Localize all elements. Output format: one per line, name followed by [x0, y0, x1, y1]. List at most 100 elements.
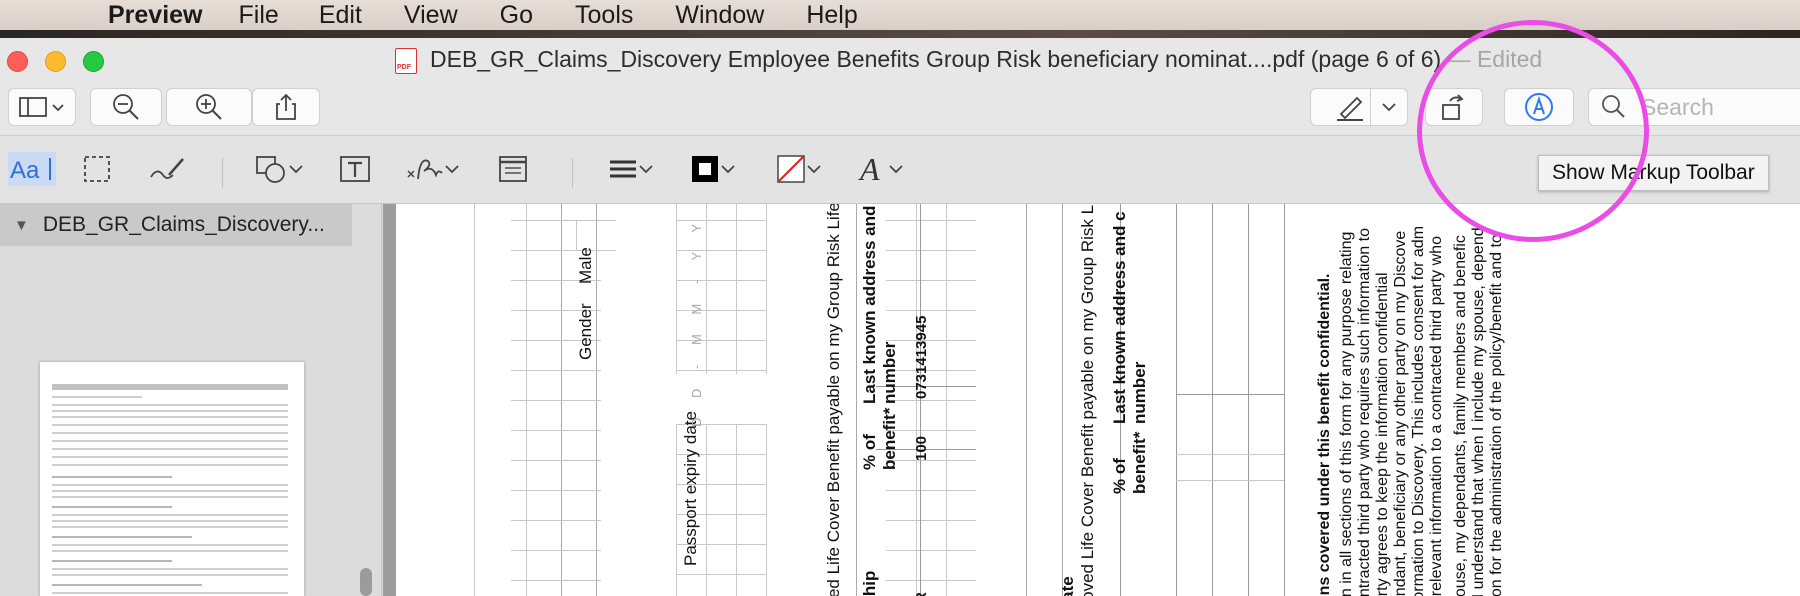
- edited-status: — Edited: [1447, 46, 1543, 72]
- section3-line-7: spouse, my dependants, family members an…: [1452, 235, 1469, 596]
- date-format-hint: D D - M M - Y Y: [689, 215, 704, 427]
- desktop-strip: [0, 30, 1800, 38]
- menu-tools[interactable]: Tools: [575, 1, 633, 30]
- main-toolbar: Search: [0, 80, 1800, 136]
- markup-pen-icon: [1525, 93, 1553, 121]
- disclosure-triangle-icon[interactable]: ▼: [14, 217, 29, 234]
- chevron-down-icon: [289, 165, 303, 174]
- section2-estate-label: state: [1058, 576, 1078, 596]
- highlighter-icon: [1337, 96, 1363, 121]
- male-label: Male: [576, 247, 595, 284]
- sidebar-document-item[interactable]: ▼ DEB_GR_Claims_Discovery...: [0, 204, 352, 246]
- section3-line-1: tion in all sections of this form for an…: [1338, 231, 1355, 596]
- shapes-icon: [256, 156, 285, 183]
- section2-number-header: number: [1130, 361, 1149, 424]
- menu-bar: Preview File Edit View Go Tools Window H…: [0, 0, 1800, 30]
- menu-file[interactable]: File: [239, 1, 279, 30]
- pdf-file-icon: [395, 48, 417, 74]
- menu-app-preview[interactable]: Preview: [108, 1, 203, 30]
- thumbnail-sidebar: ▼ DEB_GR_Claims_Discovery...: [0, 204, 382, 596]
- menu-go[interactable]: Go: [500, 1, 533, 30]
- sidebar-scrollbar[interactable]: [360, 568, 372, 596]
- search-field[interactable]: Search: [1588, 88, 1800, 126]
- highlight-options-button[interactable]: [1370, 88, 1408, 126]
- markup-toolbar-button[interactable]: [1504, 88, 1574, 126]
- border-color-icon: [692, 156, 718, 182]
- note-tool[interactable]: [498, 150, 528, 188]
- zoom-out-icon: [113, 94, 139, 120]
- search-placeholder: Search: [1641, 93, 1714, 120]
- marquee-icon: [84, 156, 110, 182]
- shape-style-tool[interactable]: [608, 150, 654, 188]
- rectangular-selection-tool[interactable]: [82, 150, 112, 188]
- section3-line-8: y, I understand that when I include my s…: [1470, 227, 1487, 596]
- sketch-tool[interactable]: [147, 150, 187, 188]
- section2-benefit-header: benefit*: [1130, 431, 1149, 494]
- rotate-icon: [1442, 94, 1464, 120]
- section1-heading: oved Life Cover Benefit payable on my Gr…: [824, 204, 843, 596]
- section1-address-header: Last known address and c: [860, 204, 879, 404]
- border-color-tool[interactable]: [690, 150, 736, 188]
- section1-benefit-header: benefit*: [880, 407, 899, 470]
- section3-line-3: party agrees to keep the information con…: [1374, 272, 1391, 596]
- section3-line-9: ation for the administration of the poli…: [1488, 234, 1505, 596]
- fill-color-icon: [777, 155, 805, 183]
- text-style-tool[interactable]: A: [858, 150, 904, 188]
- text-style-icon: A: [858, 152, 880, 186]
- section1-percent-header: % of: [860, 434, 879, 470]
- shapes-tool[interactable]: [254, 150, 304, 188]
- markup-toolbar: Aa A: [0, 136, 1800, 204]
- document-title: DEB_GR_Claims_Discovery Employee Benefit…: [430, 46, 1442, 72]
- zoom-in-button[interactable]: [166, 88, 252, 126]
- chevron-down-icon: [721, 165, 735, 174]
- text-select-icon: Aa: [8, 152, 56, 186]
- signature-tool[interactable]: [404, 150, 460, 188]
- fill-color-tool[interactable]: [776, 150, 822, 188]
- svg-text:Aa: Aa: [10, 157, 40, 184]
- sidebar-document-name: DEB_GR_Claims_Discovery...: [42, 213, 325, 236]
- signature-icon: [407, 159, 443, 180]
- chevron-down-icon: [445, 165, 459, 174]
- menu-help[interactable]: Help: [806, 1, 857, 30]
- svg-text:A: A: [858, 152, 880, 186]
- gender-label: Gender: [576, 303, 595, 360]
- section2-heading: proved Life Cover Benefit payable on my …: [1078, 204, 1097, 596]
- text-selection-tool[interactable]: Aa: [8, 150, 56, 188]
- close-window-button[interactable]: [7, 51, 28, 72]
- menu-window[interactable]: Window: [675, 1, 764, 30]
- zoom-out-button[interactable]: [90, 88, 162, 126]
- menu-edit[interactable]: Edit: [319, 1, 362, 30]
- share-icon: [276, 93, 296, 120]
- section2-address-header: Last known address and c: [1110, 211, 1129, 424]
- chevron-down-icon: [1382, 103, 1396, 112]
- passport-expiry-label: Passport expiry date: [681, 411, 700, 566]
- document-view[interactable]: Gender Male Passport expiry date D D - M…: [383, 204, 1800, 596]
- chevron-down-icon: [807, 165, 821, 174]
- share-button[interactable]: [252, 88, 320, 126]
- pdf-page: Gender Male Passport expiry date D D - M…: [396, 204, 1800, 596]
- section1-relationship-header: nship: [860, 570, 879, 596]
- search-icon: [1602, 95, 1625, 118]
- section3-line-4: pendant, beneficiary or any other party …: [1392, 230, 1409, 596]
- menu-view[interactable]: View: [404, 1, 458, 30]
- section3-heading: sons covered under this benefit confiden…: [1316, 273, 1333, 596]
- section2-percent-header: % of: [1110, 458, 1129, 494]
- page-thumbnail[interactable]: [40, 362, 304, 596]
- section1-er-value: ER: [913, 592, 930, 596]
- rotate-button[interactable]: [1425, 88, 1483, 126]
- section1-percent-value: 100: [913, 435, 930, 461]
- zoom-in-icon: [196, 94, 222, 120]
- text-box-icon: [340, 156, 370, 182]
- sketch-icon: [150, 158, 184, 179]
- section3-line-5: nformation to Discovery. This includes c…: [1410, 225, 1427, 596]
- zoom-window-button[interactable]: [83, 51, 104, 72]
- text-box-tool[interactable]: [338, 150, 372, 188]
- sidebar-toggle-button[interactable]: [8, 88, 76, 126]
- section1-number-value: 0731413945: [913, 315, 930, 399]
- chevron-down-icon: [889, 165, 903, 174]
- sidebar-icon: [19, 97, 64, 117]
- minimize-window-button[interactable]: [45, 51, 66, 72]
- line-style-icon: [610, 160, 636, 178]
- section3-line-2: contracted third party who requires such…: [1356, 228, 1373, 596]
- markup-tooltip: Show Markup Toolbar: [1538, 155, 1769, 191]
